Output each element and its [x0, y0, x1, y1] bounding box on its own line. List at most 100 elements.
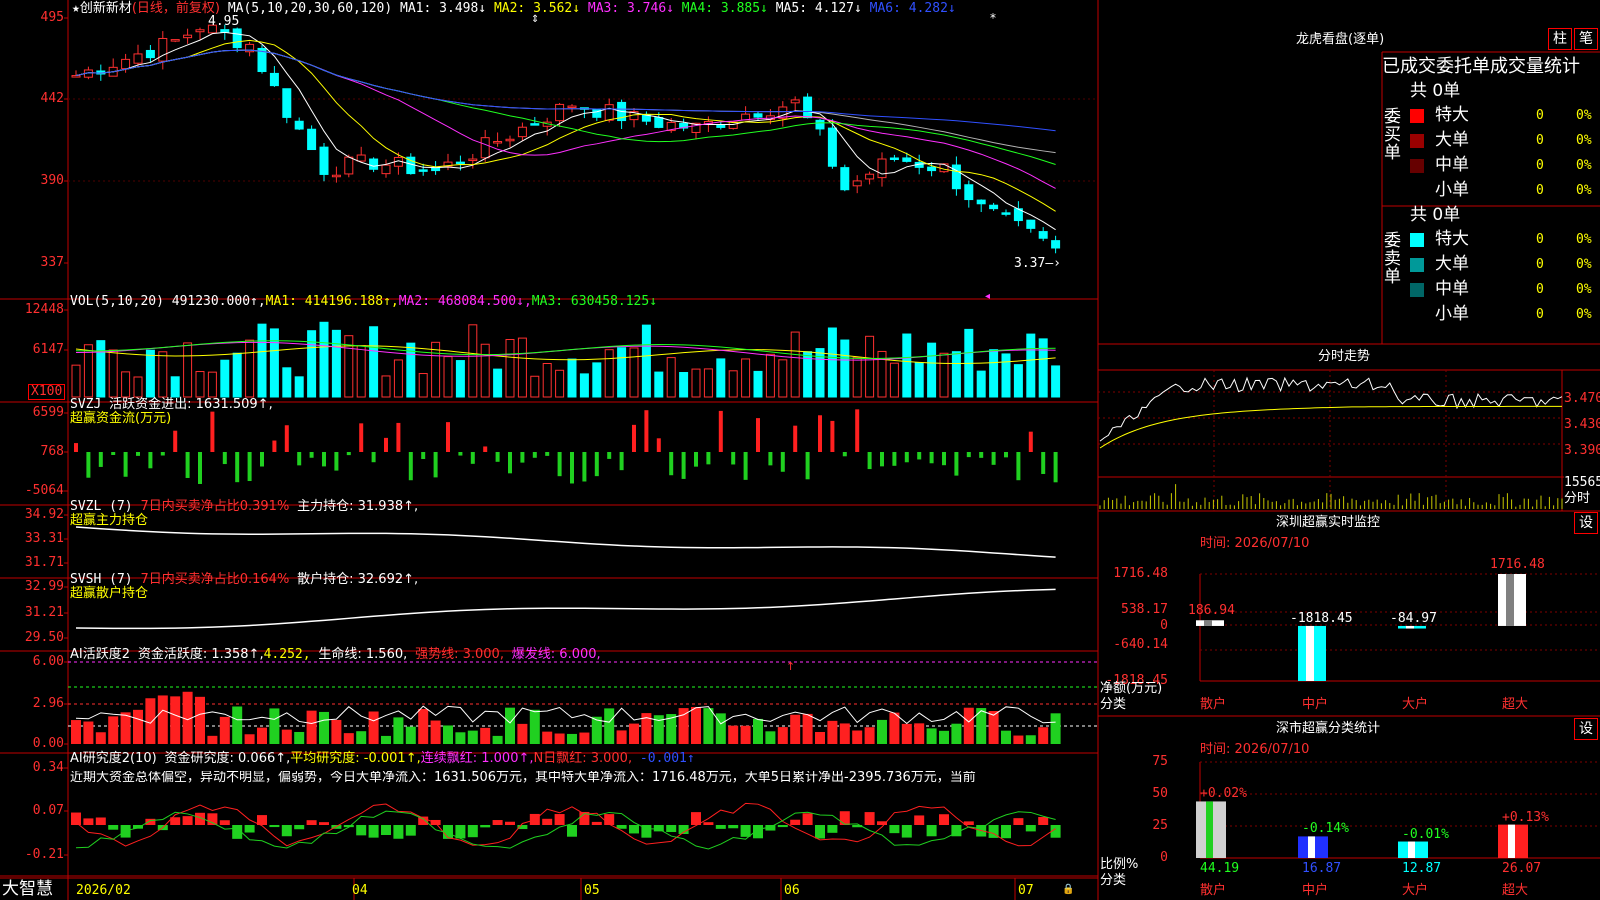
volume-bar — [778, 359, 788, 398]
candle-body — [889, 157, 899, 160]
monitor-settings-button[interactable]: 设 — [1574, 512, 1598, 534]
row-name: 小单 — [1435, 180, 1469, 200]
row-count: 0 — [1536, 307, 1544, 322]
research-bar — [740, 825, 751, 837]
volume-bar — [617, 347, 627, 398]
volume-bar — [455, 360, 465, 398]
fund-flow-bar — [483, 446, 488, 452]
fund-flow-bar — [334, 452, 339, 471]
axis-label: 29.50 — [24, 630, 64, 645]
activity-bar — [430, 720, 441, 744]
volume-bar — [418, 373, 428, 398]
research-bar — [492, 820, 503, 825]
row-count: 0 — [1536, 133, 1544, 148]
monitor-value-label: -1818.45 — [1290, 611, 1353, 626]
svzl-header: SVZL (7) 7日内买卖净占比0.391% 主力持仓: 31.938↑, — [70, 499, 419, 514]
candle-body — [927, 166, 937, 172]
class-value-label: 12.87 — [1402, 861, 1442, 876]
row-name: 小单 — [1435, 304, 1469, 324]
activity-bar — [753, 718, 763, 744]
fund-flow-bar — [966, 452, 971, 458]
research-bar — [629, 825, 639, 834]
legend-swatch — [1410, 184, 1424, 198]
fund-flow-bar — [904, 452, 909, 463]
monitor-bar-shade — [1306, 625, 1314, 681]
activity-bar — [244, 734, 255, 744]
activity-bar — [926, 728, 937, 744]
fund-flow-bar — [942, 452, 946, 466]
research-bar — [815, 825, 825, 839]
column-view-button[interactable]: 柱 — [1548, 28, 1572, 50]
tick-view-button[interactable]: 笔 — [1574, 28, 1598, 50]
class-value-label: 16.87 — [1302, 861, 1342, 876]
class-cat-label: 中户 — [1302, 883, 1329, 898]
research-bar — [95, 817, 106, 825]
ma-line-5 — [75, 31, 1056, 231]
research-bar — [294, 825, 305, 830]
volume-bar — [96, 340, 106, 398]
research-bar — [889, 825, 900, 834]
side-label: 单 — [1384, 143, 1401, 163]
intraday-price-line — [1099, 376, 1563, 442]
lock-icon[interactable]: 🔒 — [1062, 883, 1074, 897]
activity-bar — [157, 695, 168, 744]
activity-bar — [1038, 727, 1049, 744]
volume-bar — [133, 376, 143, 398]
activity-bar — [368, 711, 379, 744]
class-bar-shade — [1206, 801, 1213, 858]
candle-body — [815, 119, 825, 130]
class-settings-button[interactable]: 设 — [1574, 718, 1598, 740]
activity-bar — [331, 719, 342, 744]
side-label: 委 — [1384, 231, 1401, 251]
research-bar — [604, 814, 615, 825]
volume-bar — [579, 373, 589, 398]
monitor-value-label: 1716.48 — [1490, 557, 1545, 572]
research-bar — [83, 818, 94, 825]
fund-flow-bar — [644, 410, 649, 452]
order-total: 共 0单 — [1410, 81, 1461, 101]
monitor-value-label: 186.94 — [1188, 603, 1235, 619]
candle-body — [319, 146, 329, 175]
monitor-bar-shade — [1204, 620, 1212, 626]
class-bar-shade — [1308, 836, 1315, 858]
candle-body — [555, 103, 565, 122]
volume-bar — [790, 331, 800, 398]
x100-label: X100 — [28, 384, 66, 400]
activity-bar — [418, 708, 429, 744]
activity-bar — [281, 729, 292, 744]
class-chg-label: -0.01% — [1402, 826, 1449, 842]
legend-swatch — [1410, 283, 1424, 297]
fund-flow-bar — [607, 452, 612, 459]
fund-flow-bar — [148, 452, 153, 469]
axis-label: 33.31 — [24, 531, 64, 546]
research-bar — [219, 820, 230, 825]
candle-body — [852, 180, 862, 187]
candle-body — [902, 157, 912, 162]
research-bar — [591, 821, 602, 825]
row-name: 中单 — [1435, 279, 1469, 299]
row-count: 0 — [1536, 108, 1544, 123]
candle-body — [369, 158, 379, 170]
volume-bar — [1013, 364, 1023, 398]
candle-body — [1051, 240, 1061, 249]
volume-bar — [865, 335, 875, 398]
favorite-star-icon[interactable]: ★ — [72, 1, 80, 16]
candle-body — [195, 29, 205, 33]
fund-flow-bar — [669, 452, 674, 476]
research-bar — [1013, 818, 1024, 825]
monitor-cat-label: 散户 — [1200, 697, 1227, 712]
activity-bar — [765, 731, 776, 744]
activity-bar — [815, 731, 825, 744]
volume-bar — [852, 356, 862, 398]
candle-body — [517, 126, 527, 138]
candle-body — [592, 108, 602, 118]
volume-bar — [927, 342, 937, 398]
activity-bar — [604, 708, 615, 744]
candle-body — [121, 58, 131, 70]
activity-bar — [839, 723, 850, 744]
fund-flow-bar — [545, 452, 550, 456]
fund-flow-bar — [818, 415, 822, 452]
activity-bar — [877, 719, 887, 744]
date-label: 04 — [352, 883, 368, 898]
axis-label: 0.07 — [32, 803, 64, 818]
